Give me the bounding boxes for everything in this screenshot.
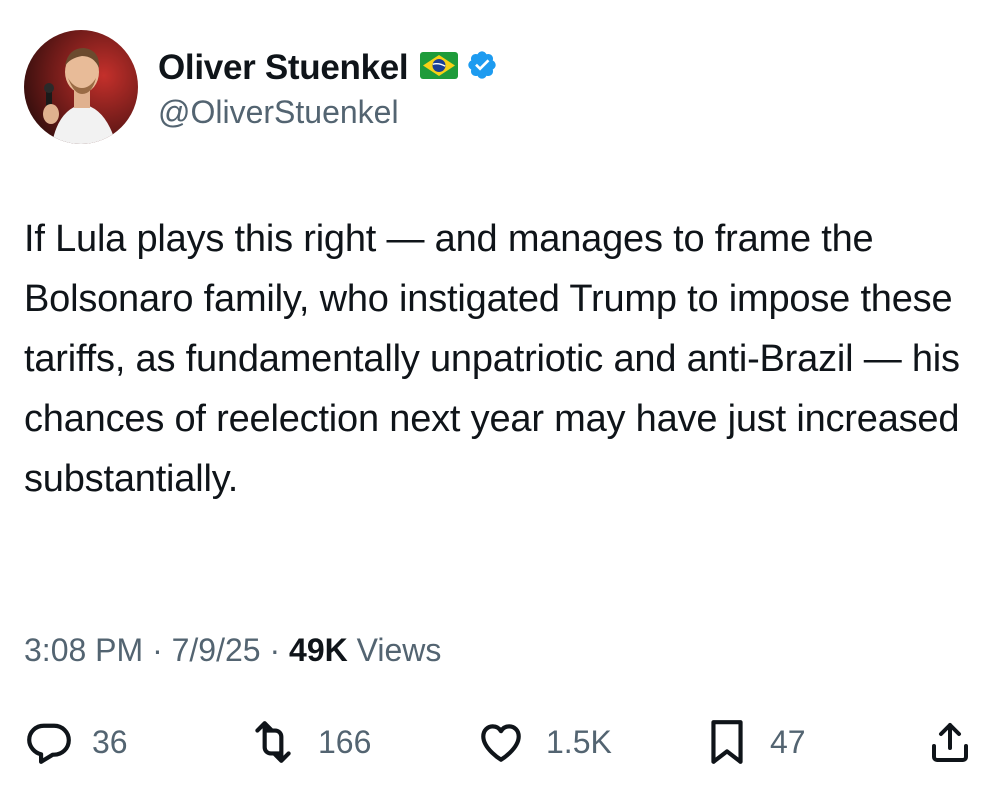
name-row: Oliver Stuenkel (158, 44, 498, 92)
display-name[interactable]: Oliver Stuenkel (158, 48, 409, 88)
author-identity: Oliver Stuenkel @OliverStuenkel (158, 44, 498, 131)
reply-icon (24, 717, 74, 767)
tweet-date[interactable]: 7/9/25 (172, 632, 261, 669)
verified-badge-icon[interactable] (466, 49, 498, 86)
reply-count: 36 (92, 723, 128, 760)
avatar[interactable] (24, 30, 138, 144)
tweet-header: Oliver Stuenkel @OliverStuenkel (24, 30, 498, 144)
tweet-meta: 3:08 PM · 7/9/25 · 49K Views (24, 632, 441, 669)
brazil-flag-icon (420, 51, 459, 84)
views-count: 49K (289, 632, 348, 668)
meta-separator: · (143, 632, 172, 668)
avatar-image (24, 30, 138, 144)
share-button[interactable] (926, 712, 974, 772)
meta-separator: · (260, 632, 290, 668)
share-icon (926, 717, 974, 767)
action-bar: 36 166 1.5K 47 (24, 712, 976, 772)
retweet-icon (246, 717, 300, 767)
views-label: Views (347, 632, 442, 668)
tweet-time[interactable]: 3:08 PM (24, 632, 143, 669)
reply-button[interactable]: 36 (24, 712, 128, 772)
heart-icon (474, 717, 528, 767)
bookmark-count: 47 (770, 723, 806, 760)
tweet-text: If Lula plays this right — and manages t… (24, 218, 960, 500)
author-handle[interactable]: @OliverStuenkel (158, 94, 498, 131)
like-button[interactable]: 1.5K (474, 712, 612, 772)
retweet-count: 166 (318, 723, 372, 760)
retweet-button[interactable]: 166 (246, 712, 371, 772)
bookmark-icon (702, 715, 752, 769)
bookmark-button[interactable]: 47 (702, 712, 806, 772)
like-count: 1.5K (546, 723, 612, 760)
